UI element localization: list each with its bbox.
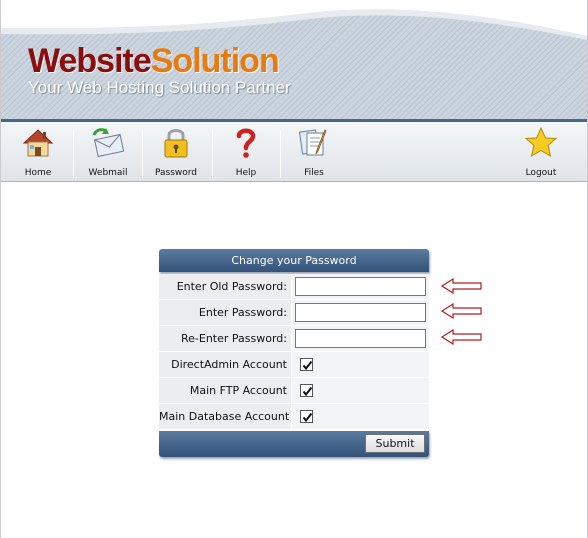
toolbar-separator — [212, 130, 213, 178]
toolbar-separator — [73, 130, 74, 178]
toolbar-separator — [142, 130, 143, 178]
confirm-password-label: Re-Enter Password: — [159, 326, 291, 351]
brand-name-part2: Solution — [150, 42, 280, 80]
main-ftp-account-label: Main FTP Account — [159, 378, 291, 403]
form-row-confirm-password: Re-Enter Password: — [159, 326, 429, 352]
header-banner: WebsiteSolution Your Web Hosting Solutio… — [1, 0, 587, 119]
main-database-account-label: Main Database Account — [159, 404, 291, 429]
toolbar-password-button[interactable]: Password — [151, 125, 201, 181]
form-row-old-password: Enter Old Password: — [159, 274, 429, 300]
form-row-new-password: Enter Password: — [159, 300, 429, 326]
toolbar-home-label: Home — [24, 168, 52, 178]
page-frame: WebsiteSolution Your Web Hosting Solutio… — [0, 0, 588, 538]
brand-tagline: Your Web Hosting Solution Partner — [28, 78, 291, 97]
main-toolbar: Home Webmail Password Help Files Logout — [1, 119, 587, 182]
files-icon — [298, 129, 327, 156]
submit-button[interactable]: Submit — [365, 434, 425, 453]
form-row-ftp: Main FTP Account — [159, 378, 429, 404]
annotation-arrow-icon — [441, 278, 482, 294]
panel-title: Change your Password — [159, 249, 429, 272]
toolbar-help-label: Help — [235, 168, 257, 178]
toolbar-home-button[interactable]: Home — [15, 125, 61, 181]
new-password-input[interactable] — [295, 303, 426, 322]
house-icon — [22, 129, 54, 157]
confirm-password-input[interactable] — [295, 329, 426, 348]
padlock-icon — [164, 129, 188, 158]
toolbar-logout-button[interactable]: Logout — [518, 125, 564, 181]
panel-footer: Submit — [159, 431, 429, 457]
main-ftp-account-checkbox[interactable] — [300, 384, 313, 397]
annotation-arrow-icon — [441, 303, 482, 319]
toolbar-webmail-label: Webmail — [88, 168, 128, 178]
toolbar-password-label: Password — [154, 168, 198, 178]
directadmin-account-label: DirectAdmin Account — [159, 352, 291, 377]
main-database-account-checkbox[interactable] — [300, 410, 313, 423]
change-password-panel: Change your Password Enter Old Password:… — [159, 249, 429, 457]
toolbar-separator — [280, 130, 281, 178]
toolbar-logout-label: Logout — [525, 168, 557, 178]
toolbar-help-button[interactable]: Help — [223, 125, 269, 181]
new-password-label: Enter Password: — [159, 300, 291, 325]
toolbar-files-button[interactable]: Files — [291, 125, 337, 181]
old-password-input[interactable] — [295, 277, 426, 296]
old-password-label: Enter Old Password: — [159, 274, 291, 299]
toolbar-files-label: Files — [304, 168, 324, 178]
toolbar-webmail-button[interactable]: Webmail — [83, 125, 133, 181]
checkmark-icon — [302, 360, 313, 371]
directadmin-account-checkbox[interactable] — [300, 358, 313, 371]
envelope-icon — [92, 128, 125, 158]
question-mark-icon — [236, 128, 256, 158]
checkmark-icon — [302, 386, 313, 397]
brand-logo[interactable]: WebsiteSolution Your Web Hosting Solutio… — [28, 42, 291, 97]
star-icon — [524, 126, 558, 158]
form-row-database: Main Database Account — [159, 404, 429, 430]
checkmark-icon — [302, 412, 313, 423]
brand-name-part1: Website — [28, 42, 152, 80]
form-row-directadmin: DirectAdmin Account — [159, 352, 429, 378]
annotation-arrow-icon — [441, 329, 482, 345]
